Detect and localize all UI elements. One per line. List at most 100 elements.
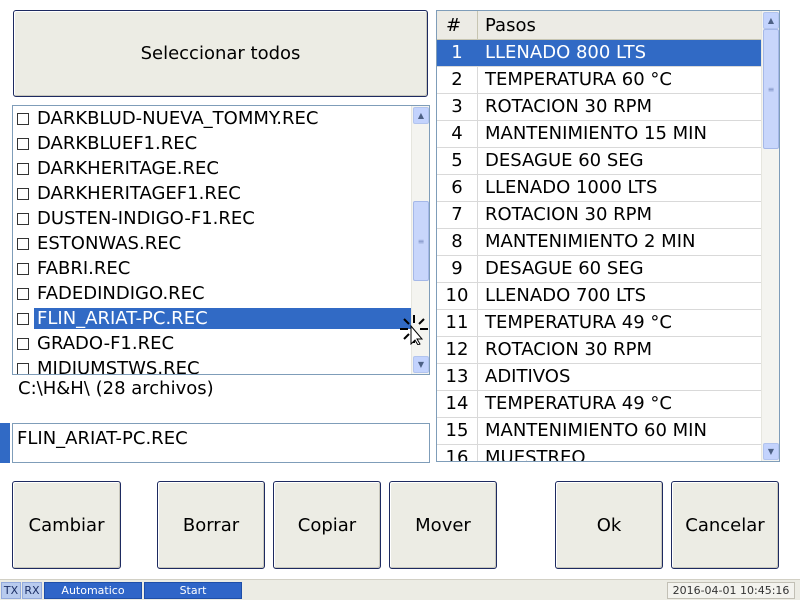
- file-list-item[interactable]: GRADO-F1.REC: [13, 331, 411, 356]
- step-row[interactable]: 14 TEMPERATURA 49 °C: [437, 391, 761, 418]
- file-name: ESTONWAS.REC: [37, 233, 182, 254]
- step-name: TEMPERATURA 60 °C: [485, 69, 672, 90]
- move-button[interactable]: Mover: [389, 481, 497, 569]
- step-row[interactable]: 8 MANTENIMIENTO 2 MIN: [437, 229, 761, 256]
- step-row[interactable]: 6 LLENADO 1000 LTS: [437, 175, 761, 202]
- change-button[interactable]: Cambiar: [12, 481, 121, 569]
- step-number: 4: [437, 121, 478, 147]
- scroll-thumb[interactable]: ≡: [413, 201, 429, 281]
- file-list-item[interactable]: DARKHERITAGE.REC: [13, 156, 411, 181]
- step-row[interactable]: 9 DESAGUE 60 SEG: [437, 256, 761, 283]
- step-name: MANTENIMIENTO 60 MIN: [485, 420, 707, 441]
- file-list-item[interactable]: ESTONWAS.REC: [13, 231, 411, 256]
- step-number: 15: [437, 418, 478, 444]
- step-name: MUESTREO: [485, 447, 586, 461]
- file-checkbox[interactable]: [17, 312, 29, 325]
- step-name: ROTACION 30 RPM: [485, 339, 653, 360]
- file-name: FADEDINDIGO.REC: [37, 283, 205, 304]
- file-list-item[interactable]: DUSTEN-INDIGO-F1.REC: [13, 206, 411, 231]
- scroll-up-arrow-icon[interactable]: ▲: [413, 107, 429, 124]
- step-row[interactable]: 13 ADITIVOS: [437, 364, 761, 391]
- step-name: DESAGUE 60 SEG: [485, 258, 644, 279]
- step-row[interactable]: 11 TEMPERATURA 49 °C: [437, 310, 761, 337]
- select-all-button[interactable]: Seleccionar todos: [13, 10, 428, 97]
- steps-scrollbar[interactable]: ▲ ≡ ▼: [761, 11, 779, 461]
- step-row[interactable]: 2 TEMPERATURA 60 °C: [437, 67, 761, 94]
- file-name: DARKBLUEF1.REC: [37, 133, 198, 154]
- step-number: 11: [437, 310, 478, 336]
- copy-button[interactable]: Copiar: [273, 481, 381, 569]
- file-name: DARKHERITAGEF1.REC: [37, 183, 241, 204]
- file-name: DARKBLUD-NUEVA_TOMMY.REC: [37, 108, 319, 129]
- step-row[interactable]: 12 ROTACION 30 RPM: [437, 337, 761, 364]
- file-list-item[interactable]: DARKBLUD-NUEVA_TOMMY.REC: [13, 106, 411, 131]
- file-list-item[interactable]: MIDIUMSTWS.REC: [13, 356, 411, 374]
- clock: 2016-04-01 10:45:16: [667, 582, 795, 599]
- step-number: 2: [437, 67, 478, 93]
- rx-indicator: RX: [22, 582, 42, 599]
- file-list[interactable]: DARKBLUD-NUEVA_TOMMY.REC DARKBLUEF1.REC DA…: [12, 105, 430, 375]
- status-bar: TX RX Automatico Start 2016-04-01 10:45:…: [0, 579, 800, 600]
- file-name: GRADO-F1.REC: [37, 333, 175, 354]
- column-header-number: #: [437, 11, 478, 39]
- file-checkbox[interactable]: [17, 212, 29, 225]
- selected-file-name-field[interactable]: FLIN_ARIAT-PC.REC: [12, 423, 430, 463]
- file-checkbox[interactable]: [17, 137, 29, 150]
- step-row[interactable]: 4 MANTENIMIENTO 15 MIN: [437, 121, 761, 148]
- name-field-marker: [0, 423, 10, 463]
- file-checkbox[interactable]: [17, 287, 29, 300]
- step-name: DESAGUE 60 SEG: [485, 150, 644, 171]
- file-checkbox[interactable]: [17, 162, 29, 175]
- steps-table-body: 1 LLENADO 800 LTS 2 TEMPERATURA 60 °C 3 ROTAC…: [437, 40, 761, 461]
- file-name: FLIN_ARIAT-PC.REC: [34, 308, 411, 329]
- step-row[interactable]: 3 ROTACION 30 RPM: [437, 94, 761, 121]
- step-row[interactable]: 5 DESAGUE 60 SEG: [437, 148, 761, 175]
- scroll-down-arrow-icon[interactable]: ▼: [763, 443, 779, 460]
- step-name: LLENADO 1000 LTS: [485, 177, 658, 198]
- column-header-steps: Pasos: [485, 15, 536, 36]
- file-list-rows: DARKBLUD-NUEVA_TOMMY.REC DARKBLUEF1.REC DA…: [13, 106, 411, 374]
- mode-indicator: Automatico: [44, 582, 142, 599]
- file-checkbox[interactable]: [17, 187, 29, 200]
- file-list-item[interactable]: FLIN_ARIAT-PC.REC: [13, 306, 411, 331]
- step-row[interactable]: 10 LLENADO 700 LTS: [437, 283, 761, 310]
- scroll-up-arrow-icon[interactable]: ▲: [763, 12, 779, 29]
- file-checkbox[interactable]: [17, 237, 29, 250]
- step-number: 14: [437, 391, 478, 417]
- scroll-down-arrow-icon[interactable]: ▼: [413, 356, 429, 373]
- step-row[interactable]: 15 MANTENIMIENTO 60 MIN: [437, 418, 761, 445]
- step-row[interactable]: 7 ROTACION 30 RPM: [437, 202, 761, 229]
- cancel-button[interactable]: Cancelar: [671, 481, 779, 569]
- step-row[interactable]: 16 MUESTREO: [437, 445, 761, 461]
- step-number: 16: [437, 445, 478, 461]
- file-name: DUSTEN-INDIGO-F1.REC: [37, 208, 255, 229]
- step-row[interactable]: 1 LLENADO 800 LTS: [437, 40, 761, 67]
- step-name: MANTENIMIENTO 15 MIN: [485, 123, 707, 144]
- file-list-item[interactable]: DARKBLUEF1.REC: [13, 131, 411, 156]
- step-number: 10: [437, 283, 478, 309]
- ok-button[interactable]: Ok: [555, 481, 663, 569]
- file-list-item[interactable]: FADEDINDIGO.REC: [13, 281, 411, 306]
- file-list-item[interactable]: FABRI.REC: [13, 256, 411, 281]
- step-number: 3: [437, 94, 478, 120]
- steps-table[interactable]: # Pasos 1 LLENADO 800 LTS 2 TEMPERATURA 60 …: [436, 10, 780, 462]
- path-label: C:\H&H\ (28 archivos): [18, 378, 214, 399]
- tx-indicator: TX: [1, 582, 21, 599]
- step-number: 13: [437, 364, 478, 390]
- step-name: ROTACION 30 RPM: [485, 204, 653, 225]
- step-name: MANTENIMIENTO 2 MIN: [485, 231, 696, 252]
- scroll-thumb[interactable]: ≡: [763, 29, 779, 149]
- step-number: 1: [437, 40, 478, 66]
- step-number: 8: [437, 229, 478, 255]
- step-number: 9: [437, 256, 478, 282]
- step-name: LLENADO 700 LTS: [485, 285, 647, 306]
- file-checkbox[interactable]: [17, 362, 29, 374]
- step-name: ROTACION 30 RPM: [485, 96, 653, 117]
- step-number: 5: [437, 148, 478, 174]
- file-checkbox[interactable]: [17, 262, 29, 275]
- file-list-item[interactable]: DARKHERITAGEF1.REC: [13, 181, 411, 206]
- file-checkbox[interactable]: [17, 112, 29, 125]
- delete-button[interactable]: Borrar: [157, 481, 265, 569]
- file-checkbox[interactable]: [17, 337, 29, 350]
- crosshair-cursor-icon: [400, 315, 428, 345]
